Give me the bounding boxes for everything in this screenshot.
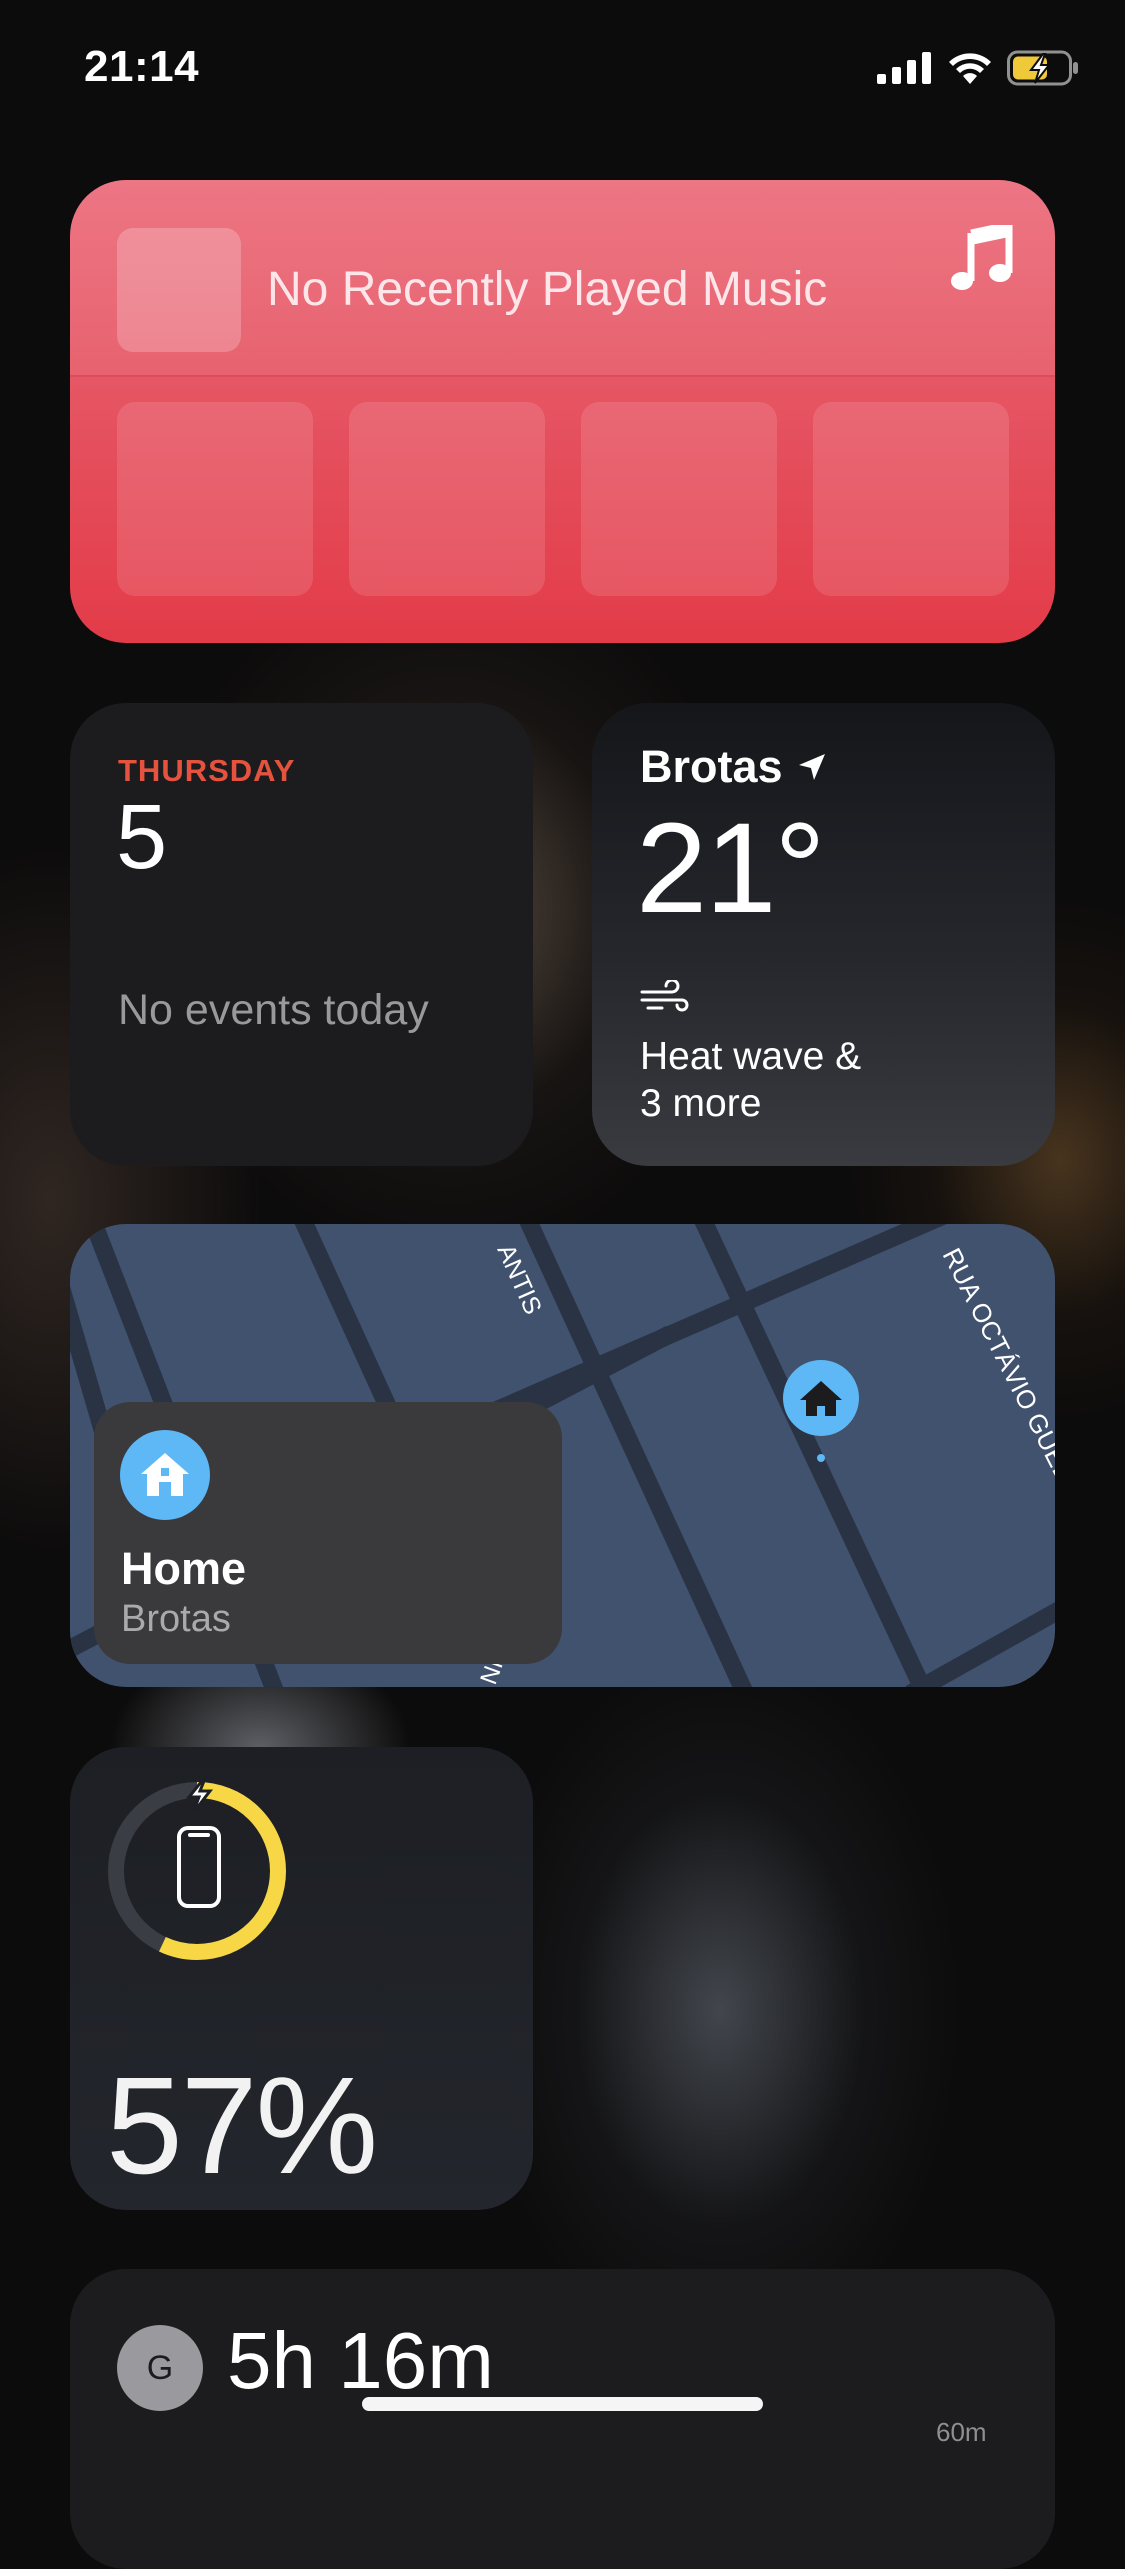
maps-place-card[interactable]: Home Brotas	[94, 1402, 562, 1664]
screen-time-widget[interactable]: G 5h 16m 60m	[70, 2269, 1055, 2569]
weather-widget[interactable]: Brotas 21° Heat wave & 3 more	[592, 703, 1055, 1166]
battery-charging-icon	[1007, 50, 1078, 86]
music-widget-title: No Recently Played Music	[267, 263, 828, 316]
battery-widget[interactable]: 57%	[70, 1747, 533, 2210]
calendar-empty-message: No events today	[118, 986, 429, 1034]
battery-percentage: 57%	[106, 2049, 378, 2203]
status-time: 21:14	[84, 42, 200, 91]
album-art-placeholder	[117, 228, 241, 352]
wifi-icon	[949, 53, 991, 84]
battery-level-ring	[108, 1776, 286, 1960]
weather-location-label: Brotas	[640, 741, 783, 792]
avatar: G	[117, 2325, 203, 2411]
weather-temperature: 21°	[636, 797, 826, 940]
weather-condition-line-1: Heat wave &	[640, 1035, 862, 1078]
cellular-signal-icon	[877, 52, 931, 84]
screen-time-total: 5h 16m	[227, 2316, 494, 2405]
recent-album-tile[interactable]	[813, 402, 1009, 596]
recent-album-tile[interactable]	[581, 402, 777, 596]
home-map-pin[interactable]	[780, 1359, 862, 1463]
map-street-label: RUA OCTÁVIO GUEL...	[937, 1243, 1055, 1504]
wind-icon	[640, 980, 689, 1012]
music-note-icon	[951, 225, 1013, 290]
calendar-weekday: THURSDAY	[118, 753, 296, 788]
status-icons	[877, 50, 1079, 86]
screen-time-scale-label: 60m	[936, 2417, 987, 2447]
calendar-date: 5	[116, 786, 168, 888]
weather-condition-line-2: 3 more	[640, 1082, 762, 1125]
weather-location: Brotas	[640, 741, 827, 793]
location-arrow-icon	[798, 754, 825, 780]
home-indicator[interactable]	[362, 2397, 763, 2411]
weather-condition: Heat wave & 3 more	[640, 1033, 940, 1127]
maps-place-label: Home	[121, 1543, 247, 1594]
recent-album-tile[interactable]	[349, 402, 545, 596]
calendar-widget[interactable]: THURSDAY 5 No events today	[70, 703, 533, 1166]
charging-bolt-icon	[185, 1776, 214, 1814]
maps-widget[interactable]: ANTIS RUA OCTÁVIO GUEL... ST NI Home Bro…	[70, 1224, 1055, 1687]
recent-album-tile[interactable]	[117, 402, 313, 596]
maps-place-sublabel: Brotas	[121, 1598, 231, 1640]
music-widget[interactable]: No Recently Played Music	[70, 180, 1055, 643]
home-icon	[120, 1430, 210, 1520]
